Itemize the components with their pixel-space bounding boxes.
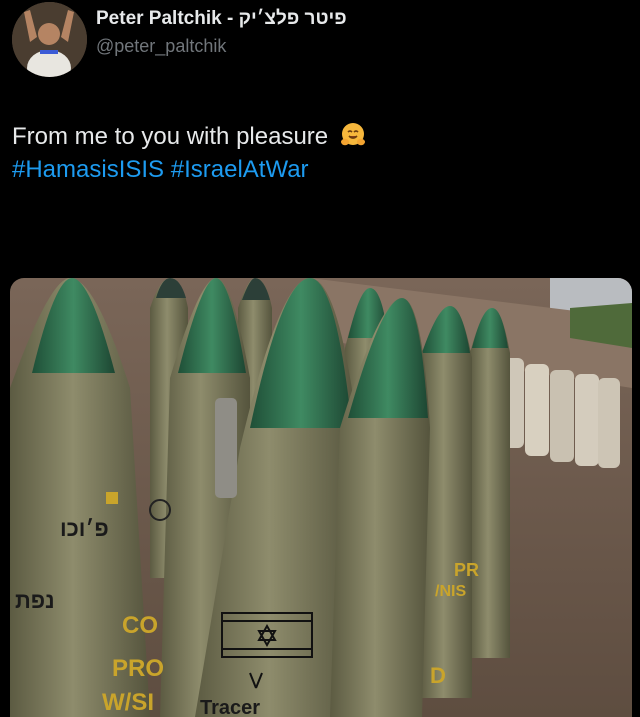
shell-marking: PR bbox=[454, 560, 479, 580]
tweet-header: Peter Paltchik - פיטר פלצ׳יק @peter_palt… bbox=[10, 0, 630, 80]
shell-marking: D bbox=[430, 663, 446, 688]
hashtag-link[interactable]: #HamasisISIS bbox=[12, 156, 164, 183]
hugging-face-emoji bbox=[340, 123, 365, 146]
tweet-media-image[interactable]: פ׳וכו נפת CO PRO W/SI PR /NIS D Tracer bbox=[10, 278, 632, 717]
shell-marking: PRO bbox=[112, 655, 164, 682]
artillery-shells-photo: פ׳וכו נפת CO PRO W/SI PR /NIS D Tracer bbox=[10, 278, 632, 717]
user-handle[interactable]: @peter_paltchik bbox=[96, 36, 347, 57]
tweet-text: From me to you with pleasure bbox=[12, 123, 329, 150]
hashtag-link[interactable]: #IsraelAtWar bbox=[171, 156, 309, 183]
tweet-body: From me to you with pleasure #HamasisISI… bbox=[12, 120, 622, 186]
shell-marking: פ׳וכו bbox=[60, 516, 109, 541]
shell-marking: W/SI bbox=[102, 689, 154, 716]
shell-marking: /NIS bbox=[435, 583, 466, 600]
avatar[interactable] bbox=[12, 2, 87, 77]
shell-marking: נפת bbox=[15, 588, 55, 613]
display-name[interactable]: Peter Paltchik - פיטר פלצ׳יק bbox=[96, 8, 347, 30]
shell-marking: CO bbox=[122, 612, 158, 639]
shell-marking: Tracer bbox=[200, 697, 260, 717]
avatar-photo bbox=[12, 2, 87, 77]
